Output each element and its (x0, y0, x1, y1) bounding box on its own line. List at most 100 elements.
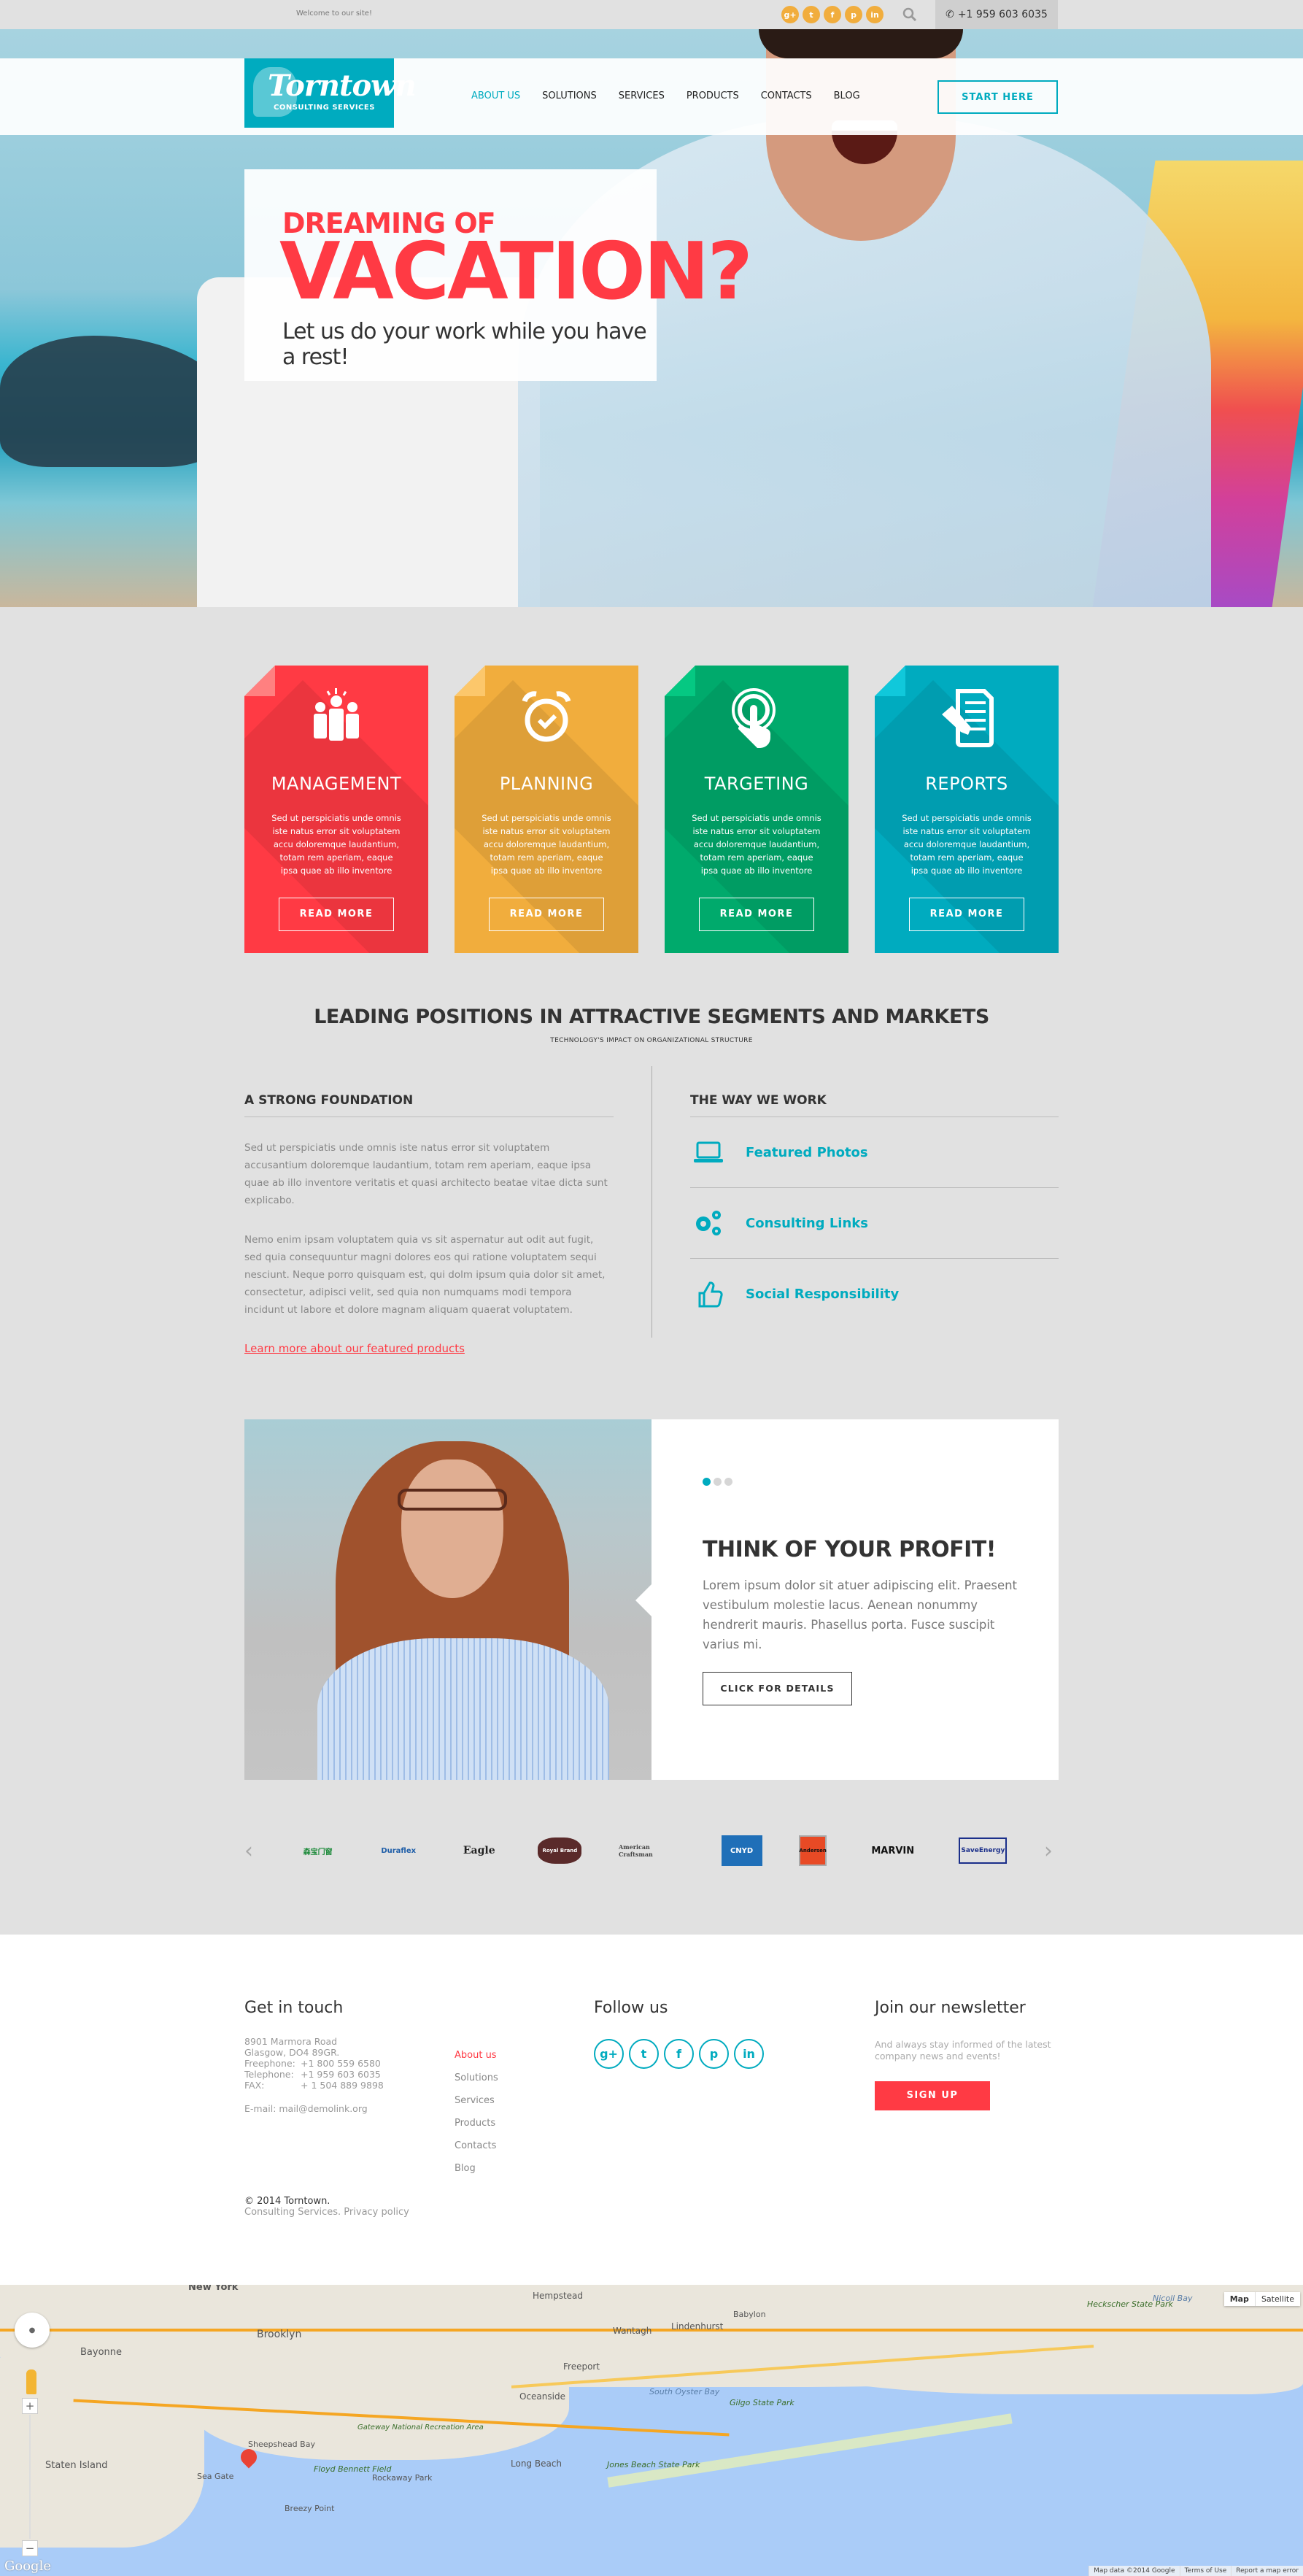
email-link[interactable]: E-mail: mail@demolink.org (244, 2103, 455, 2114)
read-more-button[interactable]: READ MORE (699, 898, 814, 931)
linkedin-icon[interactable]: in (866, 6, 884, 23)
column-heading: A STRONG FOUNDATION (244, 1066, 614, 1117)
way-item-featured-photos[interactable]: Featured Photos (690, 1117, 1059, 1188)
search-icon[interactable] (902, 7, 918, 23)
map-type-selector: Map Satellite (1223, 2292, 1300, 2306)
section-subtitle: TECHNOLOGY'S IMPACT ON ORGANIZATIONAL ST… (550, 1037, 753, 1044)
feature-card-planning: PLANNING Sed ut perspiciatis unde omnis … (455, 666, 638, 953)
way-we-work: THE WAY WE WORK Featured Photos Consulti… (690, 1066, 1059, 1355)
carousel-next-icon[interactable]: › (1044, 1838, 1059, 1864)
click-for-details-button[interactable]: CLICK FOR DETAILS (703, 1672, 852, 1705)
start-here-button[interactable]: START HERE (937, 80, 1058, 114)
feature-card-management: MANAGEMENT Sed ut perspiciatis unde omni… (244, 666, 428, 953)
hero-caption: DREAMING OF VACATION? Let us do your wor… (244, 169, 753, 381)
slider-dot-2[interactable] (714, 1478, 722, 1486)
footer-link-blog[interactable]: Blog (455, 2157, 594, 2180)
brand-logo[interactable]: Eagle (457, 1837, 501, 1864)
gears-icon (693, 1208, 724, 1238)
brand-logo[interactable]: Royal Brand (538, 1837, 582, 1864)
feature-text: Sed ut perspiciatis unde omnis iste natu… (482, 813, 611, 876)
zoom-out-button[interactable]: − (22, 2540, 38, 2556)
footer-link-products[interactable]: Products (455, 2112, 594, 2135)
footer-link-contacts[interactable]: Contacts (455, 2135, 594, 2157)
report-map-error-link[interactable]: Report a map error (1231, 2566, 1303, 2576)
map-attribution: Map data ©2014 Google Terms of Use Repor… (1089, 2566, 1303, 2576)
way-item-social-responsibility[interactable]: Social Responsibility (690, 1259, 1059, 1330)
brand-logo[interactable]: SaveEnergy (959, 1837, 1008, 1864)
facebook-icon[interactable]: f (824, 6, 841, 23)
zoom-slider[interactable] (29, 2415, 31, 2539)
google-logo: Google (4, 2558, 51, 2574)
nav-solutions[interactable]: SOLUTIONS (542, 90, 597, 101)
brand-logo[interactable]: American Craftsman (619, 1837, 684, 1864)
terms-of-use-link[interactable]: Terms of Use (1179, 2566, 1232, 2576)
read-more-button[interactable]: READ MORE (489, 898, 604, 931)
nav-contacts[interactable]: CONTACTS (761, 90, 812, 101)
nav-blog[interactable]: BLOG (834, 90, 860, 101)
phone-icon: ✆ (946, 9, 954, 20)
twitter-icon[interactable]: t (803, 6, 820, 23)
google-plus-icon[interactable]: g+ (781, 6, 799, 23)
nav-products[interactable]: PRODUCTS (687, 90, 739, 101)
way-item-consulting-links[interactable]: Consulting Links (690, 1188, 1059, 1259)
way-item-label: Social Responsibility (746, 1287, 900, 1302)
feature-card-reports: REPORTS Sed ut perspiciatis unde omnis i… (875, 666, 1059, 953)
copyright: © 2014 Torntown. Consulting Services. Pr… (244, 2196, 1059, 2218)
footer-link-services[interactable]: Services (455, 2089, 594, 2112)
welcome-text: Welcome to our site! (296, 9, 372, 18)
feature-card-targeting: TARGETING Sed ut perspiciatis unde omnis… (665, 666, 848, 953)
map-label: Lindenhurst (671, 2321, 724, 2332)
brand-logo[interactable]: CNYD (721, 1835, 762, 1866)
read-more-button[interactable]: READ MORE (909, 898, 1024, 931)
feature-cards: MANAGEMENT Sed ut perspiciatis unde omni… (244, 607, 1059, 953)
read-more-button[interactable]: READ MORE (279, 898, 394, 931)
leading-section: LEADING POSITIONS IN ATTRACTIVE SEGMENTS… (244, 953, 1059, 1044)
linkedin-icon[interactable]: in (734, 2039, 764, 2069)
street-view-pegman-icon[interactable] (26, 2369, 36, 2394)
map-label: Jones Beach State Park (607, 2460, 700, 2469)
feature-title: REPORTS (925, 774, 1008, 794)
map-type-satellite[interactable]: Satellite (1256, 2292, 1300, 2306)
brand-logo[interactable]: Duraflex (376, 1837, 420, 1864)
map-label: Brooklyn (257, 2329, 302, 2340)
leading-columns: A STRONG FOUNDATION Sed ut perspiciatis … (244, 1066, 1059, 1355)
nav-about-us[interactable]: ABOUT US (471, 90, 520, 101)
privacy-policy-link[interactable]: Consulting Services. Privacy policy (244, 2207, 1059, 2218)
pan-control[interactable]: ● (15, 2313, 50, 2348)
feature-text: Sed ut perspiciatis unde omnis iste natu… (692, 813, 821, 876)
map-label: South Oyster Bay (649, 2387, 720, 2396)
map-label: Gateway National Recreation Area (357, 2423, 484, 2432)
phone-box: ✆ +1 959 603 6035 (935, 0, 1058, 29)
footer-link-solutions[interactable]: Solutions (455, 2067, 594, 2089)
newsletter-text: And always stay informed of the latest c… (875, 2039, 1051, 2062)
map-label: Breezy Point (285, 2504, 335, 2513)
logo[interactable]: Torntown CONSULTING SERVICES (244, 58, 417, 128)
brand-logo[interactable]: MARVIN (864, 1837, 922, 1864)
profit-content: THINK OF YOUR PROFIT! Lorem ipsum dolor … (652, 1419, 1059, 1780)
footer-heading: Follow us (594, 1999, 668, 2017)
featured-products-link[interactable]: Learn more about our featured products (244, 1342, 465, 1355)
map-type-map[interactable]: Map (1224, 2292, 1256, 2306)
zoom-in-button[interactable]: + (22, 2398, 38, 2414)
carousel-prev-icon[interactable]: ‹ (244, 1838, 259, 1864)
twitter-icon[interactable]: t (629, 2039, 659, 2069)
nav-services[interactable]: SERVICES (619, 90, 665, 101)
sign-up-button[interactable]: SIGN UP (875, 2081, 990, 2110)
facebook-icon[interactable]: f (664, 2039, 694, 2069)
feature-text: Sed ut perspiciatis unde omnis iste natu… (902, 813, 1032, 876)
address: 8901 Marmora Road Glasgow, DO4 89GR. Fre… (244, 2036, 455, 2091)
google-plus-icon[interactable]: g+ (594, 2039, 624, 2069)
footer-link-about-us[interactable]: About us (455, 2044, 594, 2067)
pinterest-icon[interactable]: p (845, 6, 862, 23)
pinterest-icon[interactable]: p (699, 2039, 729, 2069)
map-label: Staten Island (45, 2460, 108, 2471)
hero-line-2: VACATION? (279, 226, 753, 317)
copyright-text: © 2014 Torntown. (244, 2196, 330, 2207)
slider-dot-3[interactable] (724, 1478, 732, 1486)
footer: Get in touch 8901 Marmora Road Glasgow, … (0, 1935, 1303, 2283)
slider-dot-1[interactable] (703, 1478, 711, 1486)
brand-logo[interactable]: Andersen (799, 1835, 827, 1866)
hero-sunglasses (759, 29, 963, 58)
brand-logo[interactable]: 森宝门窗 (296, 1837, 340, 1864)
google-map[interactable]: New York Brooklyn Bayonne Staten Island … (0, 2283, 1303, 2576)
